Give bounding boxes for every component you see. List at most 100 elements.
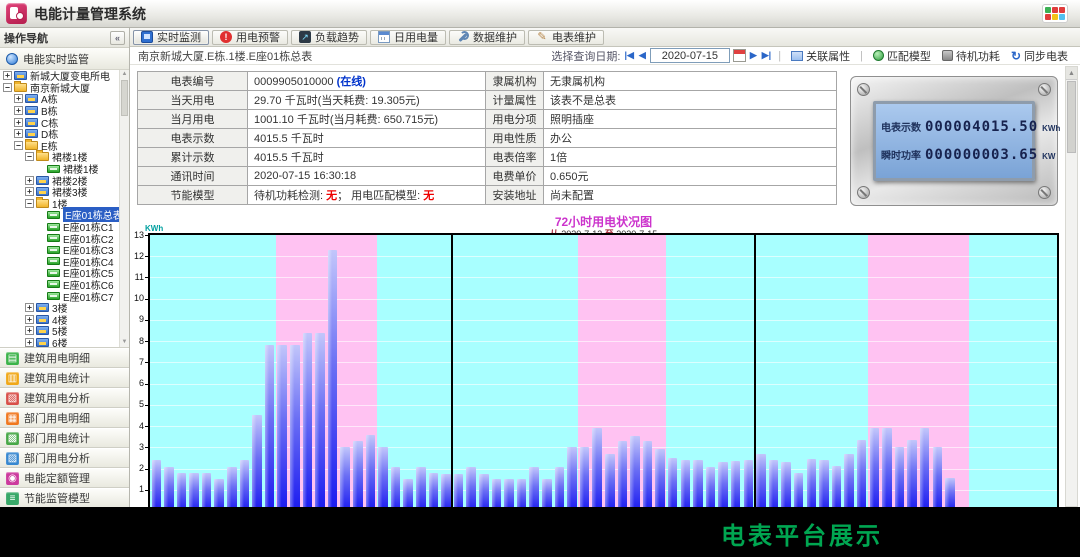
tree-item-label: E座01栋C7 [63, 289, 114, 304]
collapse-icon[interactable]: − [25, 199, 34, 208]
bar-2020-7-14-h15 [643, 441, 653, 511]
next-page-icon[interactable]: ▶ [749, 50, 758, 61]
button-同步电表[interactable]: ↻同步电表 [1011, 48, 1068, 64]
sidebar-collapse-button[interactable]: « [110, 31, 125, 45]
text-segment: 29.70 千瓦时(当天耗费: 19.305元) [254, 95, 420, 107]
separator: | [860, 50, 863, 62]
bar-2020-7-14-h18 [681, 460, 691, 511]
tab-label: 数据维护 [473, 29, 517, 45]
expand-icon[interactable]: + [14, 94, 23, 103]
expand-icon[interactable]: + [3, 71, 12, 80]
app-title: 电能计量管理系统 [34, 0, 146, 28]
monitor-icon [141, 31, 153, 43]
main-scrollbar-thumb[interactable] [1067, 81, 1076, 153]
folder-closed-icon [36, 303, 49, 312]
collapse-icon[interactable]: − [25, 152, 34, 161]
prev-page-icon[interactable]: ◀ [638, 50, 647, 61]
tab-负载趋势[interactable]: 负载趋势 [291, 30, 367, 45]
y-axis-tick-label: 7 [130, 357, 144, 367]
y-axis-tick [145, 256, 148, 257]
tab-实时监测[interactable]: 实时监测 [133, 30, 209, 45]
row-label: 安装地址 [486, 186, 544, 205]
apps-grid-icon[interactable] [1042, 4, 1068, 23]
building-usage-analysis-icon: ▧ [6, 392, 19, 405]
gridline [150, 341, 1057, 342]
bar-2020-7-14-h9 [567, 447, 577, 511]
y-axis-tick-label: 12 [130, 251, 144, 261]
scroll-up-icon[interactable]: ▲ [1066, 67, 1077, 80]
last-page-icon[interactable]: ▶| [761, 50, 772, 61]
first-page-icon[interactable]: |◀ [623, 50, 634, 61]
bar-2020-7-14-h2 [479, 474, 489, 511]
footer-band: 电表平台展示 [0, 507, 1080, 557]
tree-item-A栋[interactable]: +A栋 [0, 93, 129, 105]
sidebar-section-label: 电能实时监管 [23, 51, 89, 67]
sidebar-item-部门用电分析[interactable]: ▨部门用电分析 [0, 448, 129, 468]
tree-item-6楼[interactable]: +6楼 [0, 337, 129, 348]
sidebar-item-label: 建筑用电分析 [24, 390, 90, 406]
scroll-down-icon[interactable]: ▼ [120, 338, 129, 347]
meter-icon [47, 246, 60, 254]
day-separator [754, 235, 756, 511]
tree-item-D栋[interactable]: +D栋 [0, 128, 129, 140]
bar-2020-7-13-h21 [416, 467, 426, 511]
sidebar-item-建筑用电统计[interactable]: ▥建筑用电统计 [0, 368, 129, 388]
bar-2020-7-13-h14 [328, 250, 338, 511]
expand-icon[interactable]: + [25, 315, 34, 324]
sidebar-section-realtime[interactable]: 电能实时监管 [0, 48, 129, 70]
expand-icon[interactable]: + [25, 187, 34, 196]
expand-icon[interactable]: + [25, 176, 34, 185]
tree-scrollbar[interactable]: ▲ ▼ [119, 70, 129, 347]
collapse-icon[interactable]: − [3, 83, 12, 92]
button-关联属性[interactable]: 关联属性 [791, 48, 850, 64]
collapse-icon[interactable]: − [14, 141, 23, 150]
row-value: 该表不是总表 [544, 91, 837, 110]
sidebar-item-部门用电统计[interactable]: ▩部门用电统计 [0, 428, 129, 448]
expand-icon[interactable]: + [14, 129, 23, 138]
tab-电表维护[interactable]: 电表维护 [528, 30, 604, 45]
row-label: 电费单价 [486, 167, 544, 186]
tree-item-B栋[interactable]: +B栋 [0, 105, 129, 117]
tree-item-C栋[interactable]: +C栋 [0, 116, 129, 128]
bar-2020-7-14-h17 [668, 458, 678, 511]
bar-2020-7-13-h22 [429, 473, 439, 511]
expand-icon[interactable]: + [25, 338, 34, 347]
sidebar-item-节能监管模型[interactable]: ≡节能监管模型 [0, 488, 129, 508]
row-value: 无隶属机构 [544, 72, 837, 91]
button-待机功耗[interactable]: 待机功耗 [942, 48, 1000, 64]
button-匹配模型[interactable]: 匹配模型 [873, 48, 931, 64]
tab-用电预警[interactable]: 用电预警 [212, 30, 288, 45]
tab-日用电量[interactable]: 日用电量 [370, 30, 446, 45]
calendar-picker-icon[interactable] [733, 49, 746, 62]
chart-area: 72小时用电状况图 从 2020-7-13 至 2020-7-15 KWh 01… [130, 213, 1080, 557]
sidebar-item-电能定额管理[interactable]: ◉电能定额管理 [0, 468, 129, 488]
expand-icon[interactable]: + [25, 326, 34, 335]
folder-closed-icon [25, 94, 38, 103]
sidebar-item-建筑用电明细[interactable]: ▤建筑用电明细 [0, 348, 129, 368]
bar-2020-7-15-h12 [907, 440, 917, 511]
text-segment: 无 [423, 190, 434, 202]
row-label: 节能模型 [138, 186, 248, 205]
main-scrollbar[interactable]: ▲ [1065, 66, 1078, 507]
row-label: 隶属机构 [486, 72, 544, 91]
tree-item-label: 南京新城大厦 [30, 80, 90, 95]
folder-closed-icon [36, 326, 49, 335]
expand-icon[interactable]: + [25, 303, 34, 312]
sidebar-item-建筑用电分析[interactable]: ▧ 建筑用电分析 [0, 388, 129, 408]
bar-2020-7-13-h19 [391, 467, 401, 511]
sidebar-item-部门用电明细[interactable]: ▦部门用电明细 [0, 408, 129, 428]
bar-2020-7-14-h10 [580, 447, 590, 511]
expand-icon[interactable]: + [14, 118, 23, 127]
scroll-up-icon[interactable]: ▲ [120, 70, 129, 79]
tree-item-南京新城大厦[interactable]: − 南京新城大厦 [0, 82, 129, 94]
tab-数据维护[interactable]: 数据维护 [449, 30, 525, 45]
row-label: 用电性质 [486, 129, 544, 148]
tree-scrollbar-thumb[interactable] [121, 80, 128, 116]
date-input[interactable]: 2020-07-15 [650, 48, 730, 63]
expand-icon[interactable]: + [14, 106, 23, 115]
y-axis-tick [145, 341, 148, 342]
bar-2020-7-14-h16 [655, 449, 665, 511]
screw-icon [1038, 83, 1051, 96]
sidebar-item-label: 部门用电分析 [24, 450, 90, 466]
button-label: 匹配模型 [887, 48, 931, 64]
